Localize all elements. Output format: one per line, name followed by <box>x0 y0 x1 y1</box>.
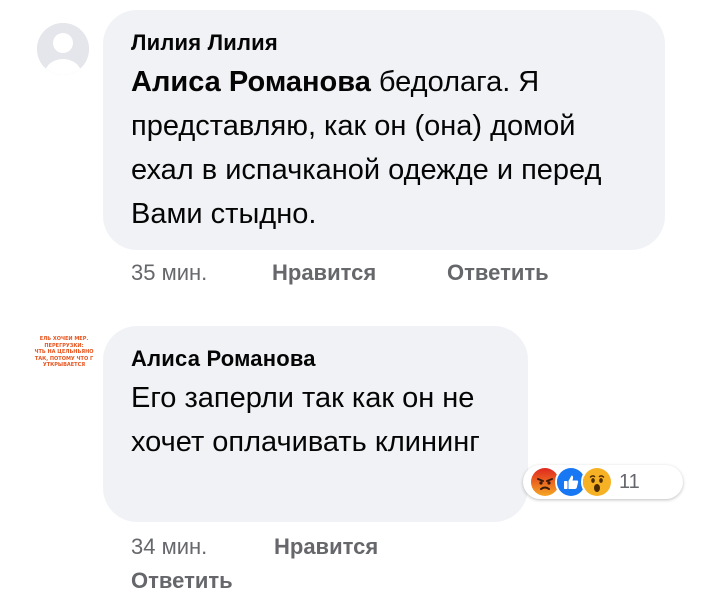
reaction-count: 11 <box>619 470 640 493</box>
comment-actions: 34 мин. Нравится Ответить <box>131 533 451 597</box>
comment-author[interactable]: Алиса Романова <box>131 344 500 374</box>
comment-bubble: Алиса Романова Его заперли так как он не… <box>103 326 528 522</box>
comment-timestamp[interactable]: 35 мин. <box>131 259 207 287</box>
avatar[interactable]: ЕЛЬ ХОЧЕЙ МЕР. ПЕРЕГРУЗКИ: ЧТЬ НА ЦЕЛЬНЬ… <box>28 336 100 392</box>
avatar[interactable] <box>37 23 89 75</box>
avatar-text-line: ЧТЬ НА ЦЕЛЬНЬЯНО <box>34 349 94 355</box>
like-button[interactable]: Нравится <box>272 259 376 287</box>
profile-silhouette-icon <box>37 23 89 75</box>
comment-body: Его заперли так как он не хочет оплачива… <box>131 382 480 458</box>
comment-bubble: Лилия Лилия Алиса Романова бедолага. Я п… <box>103 10 665 250</box>
comment-author[interactable]: Лилия Лилия <box>131 28 637 58</box>
comment-text: Алиса Романова бедолага. Я представляю, … <box>131 60 637 236</box>
like-button[interactable]: Нравится <box>274 533 378 561</box>
avatar-text-line: УТКРЫВАЕТСЯ <box>42 362 86 368</box>
reply-button[interactable]: Ответить <box>447 259 549 287</box>
comments-thread: Лилия Лилия Алиса Романова бедолага. Я п… <box>0 0 703 610</box>
reactions-summary[interactable]: 11 <box>523 465 683 499</box>
wow-reaction-icon <box>581 466 613 498</box>
comment-timestamp[interactable]: 34 мин. <box>131 533 207 561</box>
reply-button[interactable]: Ответить <box>131 567 233 595</box>
mention-link[interactable]: Алиса Романова <box>131 66 371 98</box>
